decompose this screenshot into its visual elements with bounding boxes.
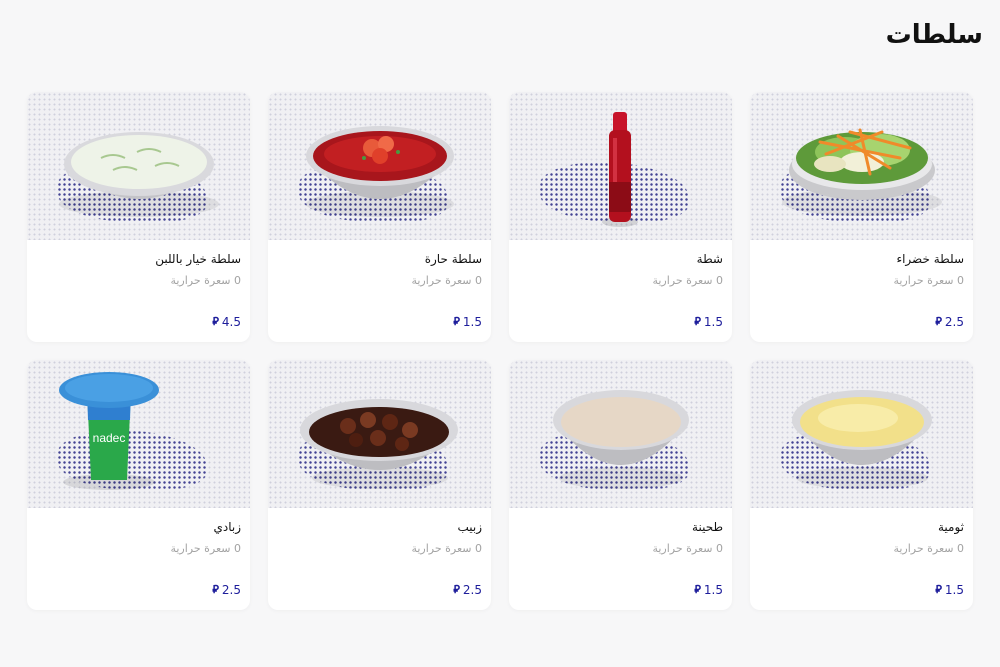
- product-card-cucumber-yogurt[interactable]: سلطة خيار باللبن 0 سعرة حرارية ⃁ 4.5: [27, 92, 250, 342]
- product-image: [268, 360, 491, 508]
- price-value: 2.5: [221, 583, 241, 597]
- product-image: [750, 92, 973, 240]
- product-card-yogurt[interactable]: nadec زبادي 0 سعرة حرارية ⃁ 2.5: [27, 360, 250, 610]
- price-value: 1.5: [462, 315, 482, 329]
- price-value: 4.5: [221, 315, 241, 329]
- product-name: طحينة: [692, 520, 723, 534]
- product-image: nadec: [27, 360, 250, 508]
- section-title: سلطات: [885, 20, 983, 50]
- price-value: 2.5: [944, 315, 964, 329]
- riyal-icon: ⃁: [212, 315, 219, 328]
- product-card-green-salad[interactable]: سلطة خضراء 0 سعرة حرارية ⃁ 2.5: [750, 92, 973, 342]
- price-value: 2.5: [462, 583, 482, 597]
- hot-sauce-bottle-icon: [602, 112, 638, 227]
- product-name: زبادي: [213, 520, 241, 534]
- yogurt-cup-icon: nadec: [59, 372, 159, 490]
- product-image: [509, 92, 732, 240]
- product-grid: سلطة خضراء 0 سعرة حرارية ⃁ 2.5: [27, 92, 973, 610]
- product-calories: 0 سعرة حرارية: [411, 274, 482, 287]
- riyal-icon: ⃁: [694, 583, 701, 596]
- product-calories: 0 سعرة حرارية: [893, 274, 964, 287]
- product-name: سلطة خيار باللبن: [155, 252, 241, 266]
- product-price: ⃁ 2.5: [935, 315, 964, 329]
- green-salad-bowl-icon: [782, 128, 942, 216]
- product-price: ⃁ 4.5: [212, 315, 241, 329]
- price-value: 1.5: [703, 583, 723, 597]
- product-price: ⃁ 1.5: [694, 315, 723, 329]
- riyal-icon: ⃁: [935, 583, 942, 596]
- product-name: سلطة خضراء: [896, 252, 964, 266]
- product-name: شطة: [696, 252, 723, 266]
- riyal-icon: ⃁: [935, 315, 942, 328]
- riyal-icon: ⃁: [694, 315, 701, 328]
- garlic-sauce-bowl-icon: [792, 390, 932, 489]
- product-calories: 0 سعرة حرارية: [411, 542, 482, 555]
- product-card-hot-sauce[interactable]: شطة 0 سعرة حرارية ⃁ 1.5: [509, 92, 732, 342]
- product-card-raisins[interactable]: زبيب 0 سعرة حرارية ⃁ 2.5: [268, 360, 491, 610]
- product-image: [750, 360, 973, 508]
- product-calories: 0 سعرة حرارية: [652, 542, 723, 555]
- product-image: [509, 360, 732, 508]
- product-calories: 0 سعرة حرارية: [170, 542, 241, 555]
- product-price: ⃁ 2.5: [453, 583, 482, 597]
- svg-text:nadec: nadec: [93, 431, 126, 445]
- product-card-spicy-salad[interactable]: سلطة حارة 0 سعرة حرارية ⃁ 1.5: [268, 92, 491, 342]
- product-price: ⃁ 1.5: [694, 583, 723, 597]
- menu-page: سلطات سلطة خضراء 0 سعر: [0, 0, 1000, 667]
- raisins-bowl-icon: [300, 399, 458, 489]
- product-calories: 0 سعرة حرارية: [170, 274, 241, 287]
- spicy-salad-bowl-icon: [306, 126, 454, 217]
- product-calories: 0 سعرة حرارية: [893, 542, 964, 555]
- product-name: سلطة حارة: [424, 252, 482, 266]
- product-price: ⃁ 1.5: [935, 583, 964, 597]
- product-calories: 0 سعرة حرارية: [652, 274, 723, 287]
- product-name: ثومية: [937, 520, 964, 534]
- tahini-bowl-icon: [553, 390, 689, 489]
- riyal-icon: ⃁: [453, 583, 460, 596]
- product-card-garlic-sauce[interactable]: ثومية 0 سعرة حرارية ⃁ 1.5: [750, 360, 973, 610]
- product-name: زبيب: [457, 520, 482, 534]
- cucumber-yogurt-bowl-icon: [59, 132, 219, 217]
- price-value: 1.5: [703, 315, 723, 329]
- product-image: [27, 92, 250, 240]
- product-price: ⃁ 1.5: [453, 315, 482, 329]
- product-card-tahini[interactable]: طحينة 0 سعرة حرارية ⃁ 1.5: [509, 360, 732, 610]
- product-price: ⃁ 2.5: [212, 583, 241, 597]
- product-image: [268, 92, 491, 240]
- riyal-icon: ⃁: [212, 583, 219, 596]
- riyal-icon: ⃁: [453, 315, 460, 328]
- price-value: 1.5: [944, 583, 964, 597]
